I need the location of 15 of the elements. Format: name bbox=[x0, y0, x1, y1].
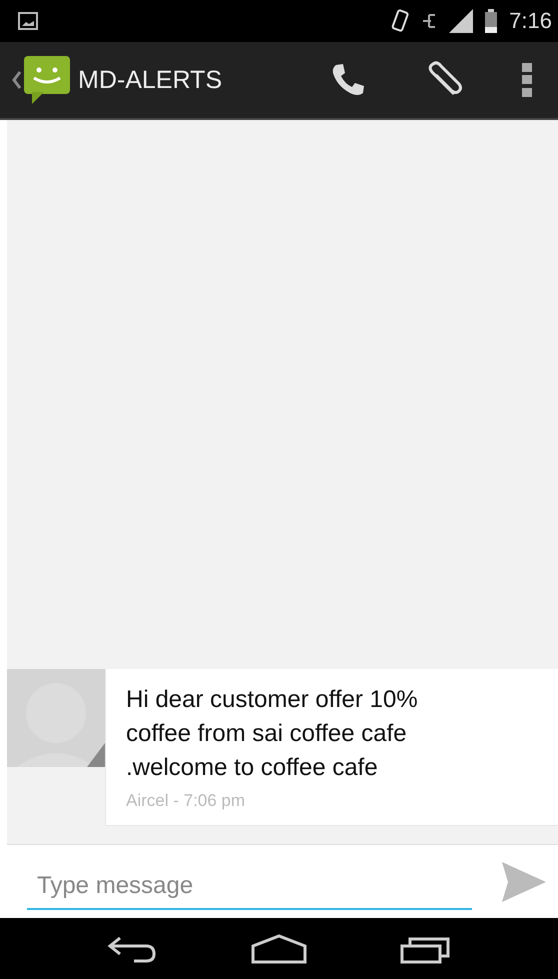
conversation-title: MD-ALERTS bbox=[78, 66, 222, 94]
overflow-menu-icon[interactable] bbox=[522, 63, 532, 97]
home-icon[interactable] bbox=[250, 934, 307, 964]
status-time: 7:16 bbox=[509, 8, 552, 34]
message-meta: Aircel - 7:06 pm bbox=[126, 791, 246, 811]
chevron-icon bbox=[12, 70, 22, 90]
message-text: Hi dear customer offer 10% coffee from sai coffee cafe .welcome to coffee cafe bbox=[126, 685, 419, 783]
back-button[interactable] bbox=[12, 56, 70, 104]
phone-icon[interactable] bbox=[330, 62, 366, 98]
signal-icon bbox=[449, 9, 474, 33]
gallery-icon bbox=[18, 12, 38, 30]
message-input[interactable]: Type message bbox=[27, 864, 472, 910]
battery-icon bbox=[485, 9, 498, 33]
smiley-chat-icon bbox=[24, 56, 70, 104]
rotate-icon bbox=[391, 9, 410, 33]
